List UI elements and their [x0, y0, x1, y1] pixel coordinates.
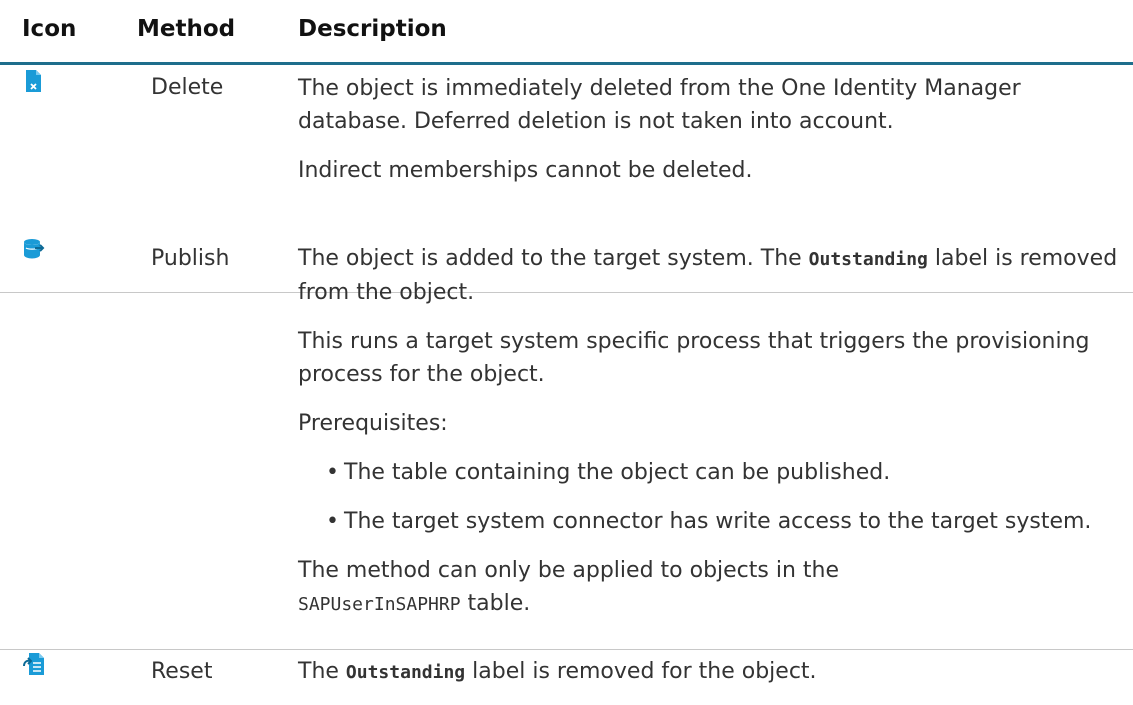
description-reset: The Outstanding label is removed for the…: [298, 655, 1118, 705]
table-header: Icon Method Description: [0, 0, 1133, 65]
method-delete: Delete: [151, 75, 224, 100]
prerequisites-list: The table containing the object can be p…: [298, 456, 1118, 538]
reset-outstanding-code: Outstanding: [345, 662, 466, 683]
delete-desc-p2: Indirect memberships cannot be deleted.: [298, 158, 753, 183]
description-publish: The object is added to the target system…: [298, 242, 1118, 637]
method-reset: Reset: [151, 659, 213, 684]
description-delete: The object is immediately deleted from t…: [298, 72, 1118, 203]
table-name-code: SAPUserInSAPHRP: [298, 594, 461, 615]
publish-desc-p1-pre: The object is added to the target system…: [298, 246, 809, 271]
table-row-reset: Reset The Outstanding label is removed f…: [0, 650, 1133, 699]
publish-outstanding-code: Outstanding: [808, 249, 928, 270]
header-method: Method: [137, 16, 236, 42]
method-publish: Publish: [151, 246, 230, 271]
publish-desc-p4: The method can only be applied to object…: [298, 554, 1118, 621]
publish-desc-p2: This runs a target system specific proce…: [298, 329, 1090, 387]
delete-desc-text: The object is immediately deleted from t…: [298, 72, 1118, 138]
delete-doc-icon: [23, 69, 43, 97]
publish-desc-p3: Prerequisites:: [298, 411, 448, 436]
header-icon: Icon: [22, 16, 77, 42]
reset-doc-icon: [23, 652, 45, 680]
prerequisite-item: The table containing the object can be p…: [326, 456, 1118, 489]
prerequisite-item: The target system connector has write ac…: [326, 505, 1118, 538]
reset-desc-p1: The Outstanding label is removed for the…: [298, 655, 1118, 689]
table-row-publish: Publish The object is added to the targe…: [0, 226, 1133, 650]
publish-desc-p1: The object is added to the target system…: [298, 242, 1118, 309]
publish-desc-p4-post: table.: [460, 591, 531, 616]
reset-desc-p1-post: label is removed for the object.: [465, 659, 817, 684]
publish-db-icon: [23, 238, 45, 264]
header-description: Description: [298, 16, 447, 42]
publish-desc-p4-pre: The method can only be applied to object…: [298, 558, 840, 583]
delete-desc-line: The object is immediately deleted from t…: [298, 76, 1021, 134]
reset-desc-p1-pre: The: [298, 659, 346, 684]
